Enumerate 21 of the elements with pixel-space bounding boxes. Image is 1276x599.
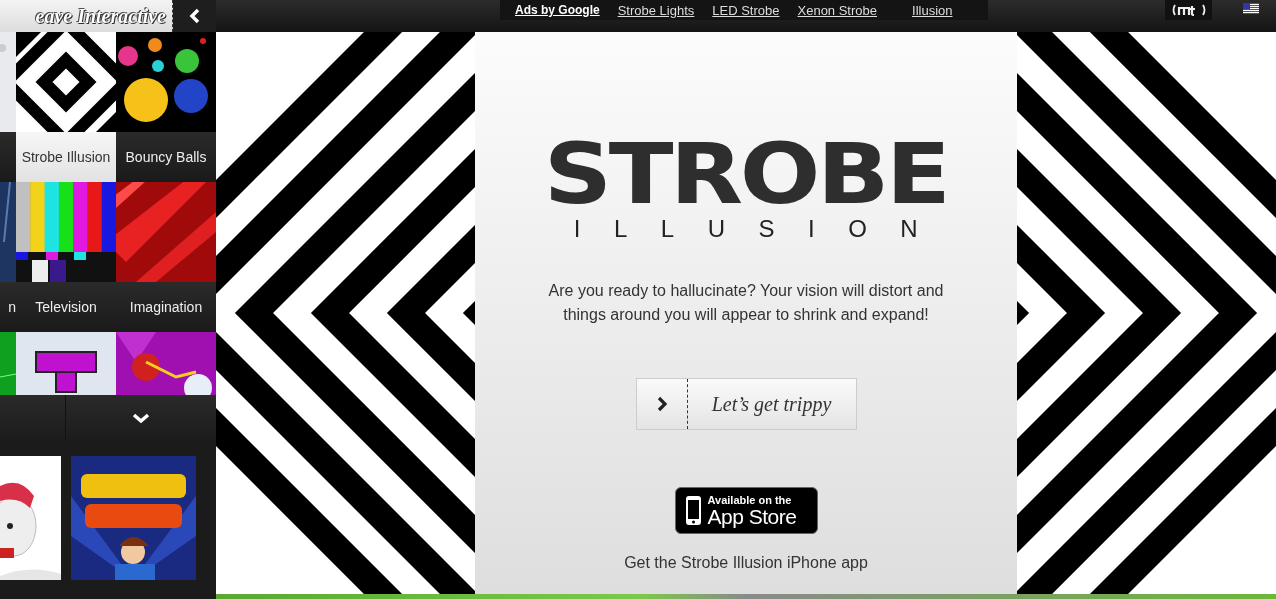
app-store-badge[interactable]: Available on the App Store xyxy=(674,487,818,534)
tile-label[interactable]: n xyxy=(8,297,16,317)
brand-title: eave Interactive xyxy=(35,4,166,28)
chevron-left-icon xyxy=(188,8,201,24)
ad-link[interactable]: Xenon Strobe xyxy=(797,2,877,18)
flag-icon[interactable] xyxy=(1243,3,1259,14)
ad-link[interactable]: Illusion xyxy=(912,2,953,18)
trippy-button[interactable]: Let’s get trippy xyxy=(635,378,857,430)
iphone-app-link[interactable]: iPhone app xyxy=(786,554,868,571)
ad-link[interactable]: LED Strobe xyxy=(712,2,780,18)
logo-subtitle: ILLUSION xyxy=(573,216,952,242)
ad-link[interactable]: Strobe Lights xyxy=(617,2,695,18)
ads-by-google-link[interactable]: Ads by Google xyxy=(515,3,600,17)
tile-label[interactable]: Strobe Illusion xyxy=(16,132,116,182)
chevron-right-icon xyxy=(656,396,667,412)
logo-icon[interactable] xyxy=(1171,4,1206,16)
intro-text: Are you ready to hallucinate? Your vision will distort and things around you will appear to shrink and expand! xyxy=(547,281,945,325)
app-promo-text: Get the Strobe Illusion iPhone app xyxy=(624,554,868,572)
logo-title: STROBE xyxy=(544,136,948,212)
phone-icon xyxy=(684,495,702,526)
chevron-down-icon xyxy=(132,411,150,424)
